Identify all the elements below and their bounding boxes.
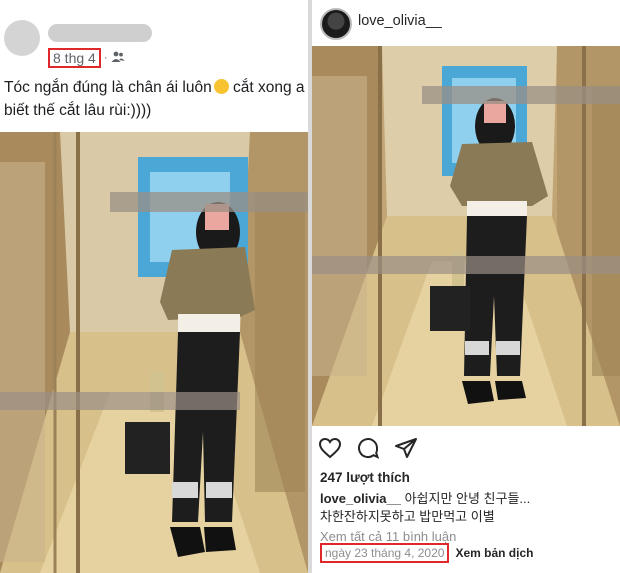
- avatar[interactable]: [4, 20, 40, 56]
- caption-username[interactable]: love_olivia__: [320, 491, 401, 506]
- meta-separator: ·: [103, 52, 108, 64]
- ig-action-bar: [318, 436, 418, 460]
- see-translation-link[interactable]: Xem bản dịch: [455, 546, 533, 560]
- view-all-comments[interactable]: Xem tất cả 11 bình luận: [320, 529, 456, 544]
- comment-icon[interactable]: [356, 436, 380, 460]
- post-caption: Tóc ngắn đúng là chân ái luôn cắt xong a…: [4, 76, 308, 122]
- caption-line1: Tóc ngắn đúng là chân ái luôn: [4, 79, 212, 96]
- instagram-post: love_olivia__ 247 lượt thích love_olivia…: [312, 0, 620, 573]
- share-icon[interactable]: [394, 436, 418, 460]
- post-photo[interactable]: [0, 132, 308, 573]
- post-date[interactable]: 8 thg 4: [48, 48, 101, 68]
- facebook-post: 8 thg 4 · Tóc ngắn đúng là chân ái luôn …: [0, 0, 308, 573]
- ig-footer: ngày 23 tháng 4, 2020 Xem bản dịch: [320, 543, 533, 563]
- likes-count[interactable]: 247 lượt thích: [320, 470, 410, 485]
- post-meta: 8 thg 4 ·: [48, 48, 125, 68]
- ig-avatar[interactable]: [320, 8, 352, 40]
- heart-icon[interactable]: [318, 436, 342, 460]
- ig-username[interactable]: love_olivia__: [358, 13, 442, 29]
- caption-line1-cont: cắt xong a: [228, 79, 305, 96]
- mirror-selfie-image: [0, 132, 308, 573]
- post-date: ngày 23 tháng 4, 2020: [320, 543, 450, 563]
- mirror-selfie-image: [312, 46, 620, 426]
- caption-text: 아쉽지만 안녕 친구들...: [400, 491, 531, 506]
- friends-icon[interactable]: [111, 50, 125, 66]
- ig-caption: love_olivia__ 아쉽지만 안녕 친구들... 차한잔하지못하고 밥만…: [320, 490, 616, 526]
- ig-photo[interactable]: [312, 46, 620, 426]
- blurred-username: [48, 24, 152, 42]
- caption-line2: 차한잔하지못하고 밥만먹고 이별: [320, 509, 495, 524]
- caption-line2: biết thế cắt lâu rùi:)))): [4, 102, 152, 119]
- grinning-emoji-icon: [213, 79, 229, 94]
